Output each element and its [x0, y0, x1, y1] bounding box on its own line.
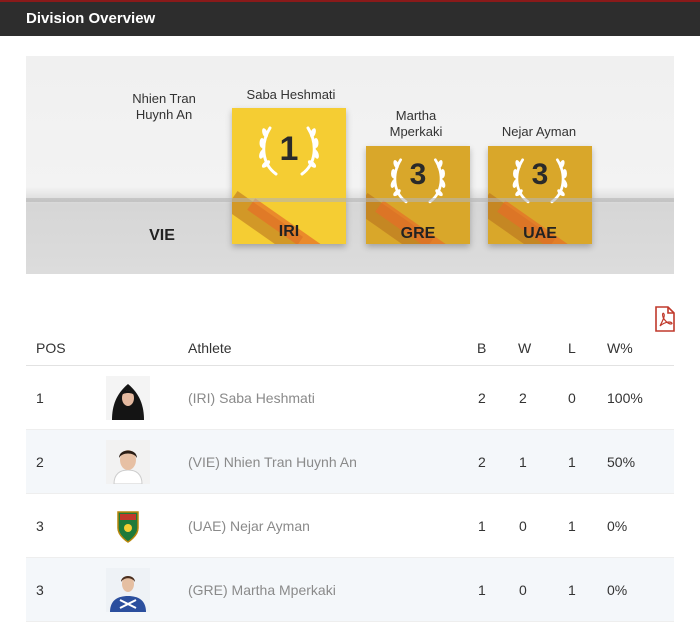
podium-country-vie: VIE — [149, 227, 175, 244]
row-wins: 2 — [519, 390, 527, 406]
podium-rank-gre: 3 — [409, 158, 427, 191]
athlete-photo — [106, 440, 150, 484]
row-bouts: 1 — [478, 518, 486, 534]
podium-rank-first: 1 — [279, 130, 299, 168]
row-win-percent: 0% — [607, 582, 628, 598]
athlete-photo — [106, 568, 150, 612]
table-row[interactable]: 1 (IRI) Saba Heshmati 2 2 0 100% — [26, 366, 674, 430]
podium: Nhien Tran Huynh An VIE Saba Heshmati 1 … — [26, 56, 674, 274]
col-win-percent[interactable]: W% — [607, 340, 633, 356]
podium-block-first: 1 IRI — [232, 108, 346, 244]
col-losses[interactable]: L — [568, 340, 576, 356]
row-wins: 0 — [519, 582, 527, 598]
row-athlete[interactable]: (IRI) Saba Heshmati — [188, 390, 315, 406]
row-losses: 1 — [568, 582, 576, 598]
podium-name-uae[interactable]: Nejar Ayman — [484, 124, 594, 140]
row-win-percent: 50% — [607, 454, 636, 470]
col-pos[interactable]: POS — [36, 340, 66, 356]
col-bouts[interactable]: B — [477, 340, 486, 356]
podium-country-first: IRI — [278, 223, 300, 240]
pdf-icon[interactable] — [654, 306, 676, 332]
podium-name-vie[interactable]: Nhien Tran Huynh An — [114, 91, 214, 123]
row-pos: 3 — [36, 582, 44, 598]
row-athlete[interactable]: (GRE) Martha Mperkaki — [188, 582, 336, 598]
athlete-photo — [106, 376, 150, 420]
page-title: Division Overview — [26, 10, 156, 27]
podium-name-first[interactable]: Saba Heshmati — [226, 87, 356, 103]
row-bouts: 2 — [478, 390, 486, 406]
podium-country-uae: UAE — [523, 225, 557, 242]
table-row[interactable]: 2 (VIE) Nhien Tran Huynh An 2 1 1 50% — [26, 430, 674, 494]
row-losses: 1 — [568, 518, 576, 534]
podium-rank-uae: 3 — [531, 158, 549, 191]
podium-block-uae: 3 UAE — [488, 146, 592, 244]
podium-block-gre: 3 GRE — [366, 146, 470, 244]
results-table-header: POS Athlete B W L W% — [26, 332, 674, 366]
row-bouts: 2 — [478, 454, 486, 470]
row-pos: 3 — [36, 518, 44, 534]
row-athlete[interactable]: (VIE) Nhien Tran Huynh An — [188, 454, 357, 470]
header-bar: Division Overview — [0, 0, 700, 36]
row-pos: 2 — [36, 454, 44, 470]
row-athlete[interactable]: (UAE) Nejar Ayman — [188, 518, 310, 534]
row-win-percent: 100% — [607, 390, 643, 406]
table-row[interactable]: 3 (UAE) Nejar Ayman 1 0 1 0% — [26, 494, 674, 558]
podium-name-gre[interactable]: Martha Mperkaki — [366, 108, 466, 140]
podium-country-gre: GRE — [400, 225, 436, 242]
row-win-percent: 0% — [607, 518, 628, 534]
table-row[interactable]: 3 (GRE) Martha Mperkaki 1 0 1 0% — [26, 558, 674, 622]
col-wins[interactable]: W — [518, 340, 531, 356]
row-pos: 1 — [36, 390, 44, 406]
row-losses: 1 — [568, 454, 576, 470]
col-athlete[interactable]: Athlete — [188, 340, 232, 356]
row-bouts: 1 — [478, 582, 486, 598]
row-wins: 1 — [519, 454, 527, 470]
row-losses: 0 — [568, 390, 576, 406]
row-wins: 0 — [519, 518, 527, 534]
club-logo — [106, 504, 150, 548]
